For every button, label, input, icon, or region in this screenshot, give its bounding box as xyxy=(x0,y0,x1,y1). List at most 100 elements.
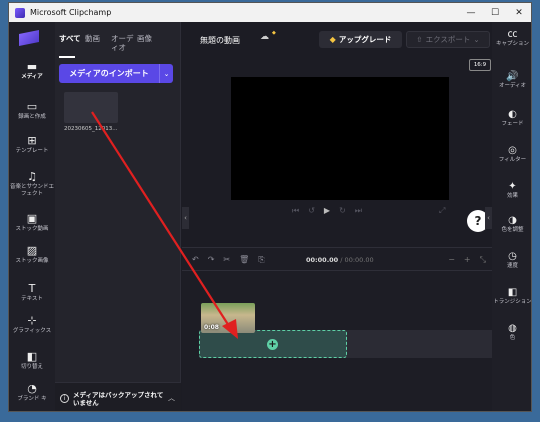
sidebar-item-label: テンプレート xyxy=(15,148,49,154)
property-item-label: オーディオ xyxy=(498,83,527,89)
property-item-label: 効果 xyxy=(506,193,518,199)
skip-back-icon[interactable]: ⏮ xyxy=(292,206,299,216)
play-icon[interactable]: ▶ xyxy=(324,206,330,216)
camera-icon: ▭ xyxy=(26,100,38,113)
speed-icon: ◷ xyxy=(508,251,517,262)
import-media-button[interactable]: メディアのインポート ⌄ xyxy=(59,64,173,83)
property-item-effects[interactable]: ✦ 効果 xyxy=(492,180,531,200)
sidebar-item-label: 音楽とサウンドエフェクト xyxy=(9,184,54,197)
sidebar-item-label: ストック動画 xyxy=(15,226,49,232)
property-item-label: キャプション xyxy=(495,41,529,47)
collapse-right-panel-button[interactable]: ‹ xyxy=(485,207,492,229)
maximize-button[interactable]: ☐ xyxy=(483,3,507,22)
diamond-icon: ◆ xyxy=(329,35,336,44)
sidebar-item-transitions[interactable]: ◧ 切り替え xyxy=(9,350,55,371)
tab-audio[interactable]: オーディオ xyxy=(111,34,137,52)
sidebar-item-brand[interactable]: ◔ ブランド キ xyxy=(9,382,55,403)
preview-area: 16:9 ⏮ ↺ ▶ ↻ ⏭ ⤢ ? ‹ ‹ xyxy=(182,57,492,247)
upgrade-button[interactable]: ◆ アップグレード xyxy=(319,31,402,48)
sidebar-item-stock-images[interactable]: ▨ ストック画像 xyxy=(9,244,55,265)
property-item-transition[interactable]: ◧ トランジション xyxy=(492,286,532,306)
property-item-more[interactable]: ◍ 色 xyxy=(492,322,531,342)
zoom-out-icon[interactable]: − xyxy=(448,255,455,265)
fade-icon: ◐ xyxy=(508,109,517,120)
import-media-label[interactable]: メディアのインポート xyxy=(59,64,159,83)
import-dropdown-icon[interactable]: ⌄ xyxy=(159,64,173,83)
cloud-sync-icon[interactable]: ☁ xyxy=(260,32,269,42)
sidebar-item-music[interactable]: ♫ 音楽とサウンドエフェクト xyxy=(9,170,55,197)
media-panel: すべて 動画 オーディオ 画像 メディアのインポート ⌄ 20230605_12… xyxy=(55,22,181,411)
close-button[interactable]: ✕ xyxy=(507,3,531,22)
split-icon[interactable]: ✂ xyxy=(223,255,230,265)
clip-duration: 0:08 xyxy=(204,324,219,331)
export-button[interactable]: ⇧ エクスポート ⌄ xyxy=(406,31,490,48)
video-canvas[interactable] xyxy=(231,77,449,200)
property-item-color[interactable]: ◑ 色を調整 xyxy=(492,214,531,234)
grid-icon: ⊞ xyxy=(27,134,37,147)
zoom-in-icon[interactable]: + xyxy=(464,255,471,265)
tab-images[interactable]: 画像 xyxy=(137,34,163,52)
rewind-icon[interactable]: ↺ xyxy=(308,206,315,216)
tab-all[interactable]: すべて xyxy=(59,34,85,52)
chevron-up-icon[interactable]: ︿ xyxy=(168,393,175,403)
property-item-speed[interactable]: ◷ 速度 xyxy=(492,250,531,270)
timeline-divider xyxy=(182,270,492,271)
backup-notice[interactable]: i メディアはバックアップされていません ︿ xyxy=(55,382,181,411)
sidebar-item-record[interactable]: ▭ 録画と作成 xyxy=(9,100,55,121)
window-title: Microsoft Clipchamp xyxy=(30,8,112,17)
property-item-label: 色 xyxy=(509,335,516,341)
timeline: ↶ ↷ ✂ 🗑 ⎘ 00:00.00 / 00:00.00 − + ⤡ + 0:… xyxy=(182,247,492,411)
property-item-filters[interactable]: ◎ フィルター xyxy=(492,144,531,164)
wand-icon: ✦ xyxy=(508,181,517,192)
add-icon[interactable]: + xyxy=(267,339,278,350)
property-item-audio[interactable]: 🔊 オーディオ xyxy=(492,70,531,90)
property-item-fade[interactable]: ◐ フェード xyxy=(492,108,531,128)
sidebar-item-stock-video[interactable]: ▣ ストック動画 xyxy=(9,212,55,233)
property-item-label: 速度 xyxy=(506,263,518,269)
right-properties-panel: ㏄キャプション 🔊 オーディオ ◐ フェード ◎ フィルター ✦ 効果 ◑ 色を調整 ◷ 速度 ◧ トランジ… xyxy=(492,22,532,411)
captions-icon: ㏄ xyxy=(507,29,518,40)
sidebar-item-label: グラフィックス xyxy=(12,328,52,334)
property-item-label: トランジション xyxy=(493,299,532,305)
zoom-controls: − + ⤡ xyxy=(448,255,486,265)
media-thumbnail[interactable] xyxy=(64,92,118,123)
music-icon: ♫ xyxy=(27,170,37,183)
sidebar-item-graphics[interactable]: ⊹ グラフィックス xyxy=(9,314,55,335)
forward-icon[interactable]: ↻ xyxy=(339,206,346,216)
sidebar-item-label: メディア xyxy=(21,74,43,80)
duplicate-icon[interactable]: ⎘ xyxy=(258,255,264,265)
property-item-captions[interactable]: ㏄キャプション xyxy=(492,28,531,48)
info-icon: i xyxy=(60,394,69,403)
project-title[interactable]: 無題の動画 xyxy=(200,35,240,46)
color-icon: ◑ xyxy=(508,215,517,226)
collapse-left-panel-button[interactable]: ‹ xyxy=(182,207,189,229)
fit-timeline-icon[interactable]: ⤡ xyxy=(480,255,486,265)
skip-forward-icon[interactable]: ⏭ xyxy=(355,206,362,216)
minimize-button[interactable]: — xyxy=(459,3,483,22)
brand-icon: ◔ xyxy=(27,382,37,395)
redo-icon[interactable]: ↷ xyxy=(208,255,215,265)
title-bar: Microsoft Clipchamp — ☐ ✕ xyxy=(9,3,531,22)
fullscreen-icon[interactable]: ⤢ xyxy=(439,206,445,216)
property-item-label: 色を調整 xyxy=(501,227,524,233)
shapes-icon: ⊹ xyxy=(27,314,37,327)
sidebar-item-text[interactable]: T テキスト xyxy=(9,282,55,303)
undo-icon[interactable]: ↶ xyxy=(192,255,199,265)
film-icon: ▣ xyxy=(26,212,38,225)
dragged-clip[interactable]: 0:08 xyxy=(201,303,255,333)
sidebar-item-templates[interactable]: ⊞ テンプレート xyxy=(9,134,55,155)
media-drop-zone[interactable]: + xyxy=(199,330,347,358)
clipchamp-logo-icon xyxy=(15,7,25,18)
backup-notice-text: メディアはバックアップされていません xyxy=(73,391,164,407)
sidebar-item-media[interactable]: ▬ メディア xyxy=(9,60,55,81)
upgrade-label: アップグレード xyxy=(338,35,392,44)
tab-video[interactable]: 動画 xyxy=(85,34,111,52)
export-icon: ⇧ xyxy=(416,35,423,44)
palette-icon: ◍ xyxy=(508,323,517,334)
sidebar-item-label: ストック画像 xyxy=(15,258,49,264)
sidebar-item-label: 録画と作成 xyxy=(18,114,46,120)
folder-icon: ▬ xyxy=(26,60,38,73)
aspect-ratio-button[interactable]: 16:9 xyxy=(469,59,491,71)
app-window: Microsoft Clipchamp — ☐ ✕ ▬ メディア ▭ 録画と作成 ⊞ テン… xyxy=(8,2,532,412)
delete-icon[interactable]: 🗑 xyxy=(239,255,249,265)
